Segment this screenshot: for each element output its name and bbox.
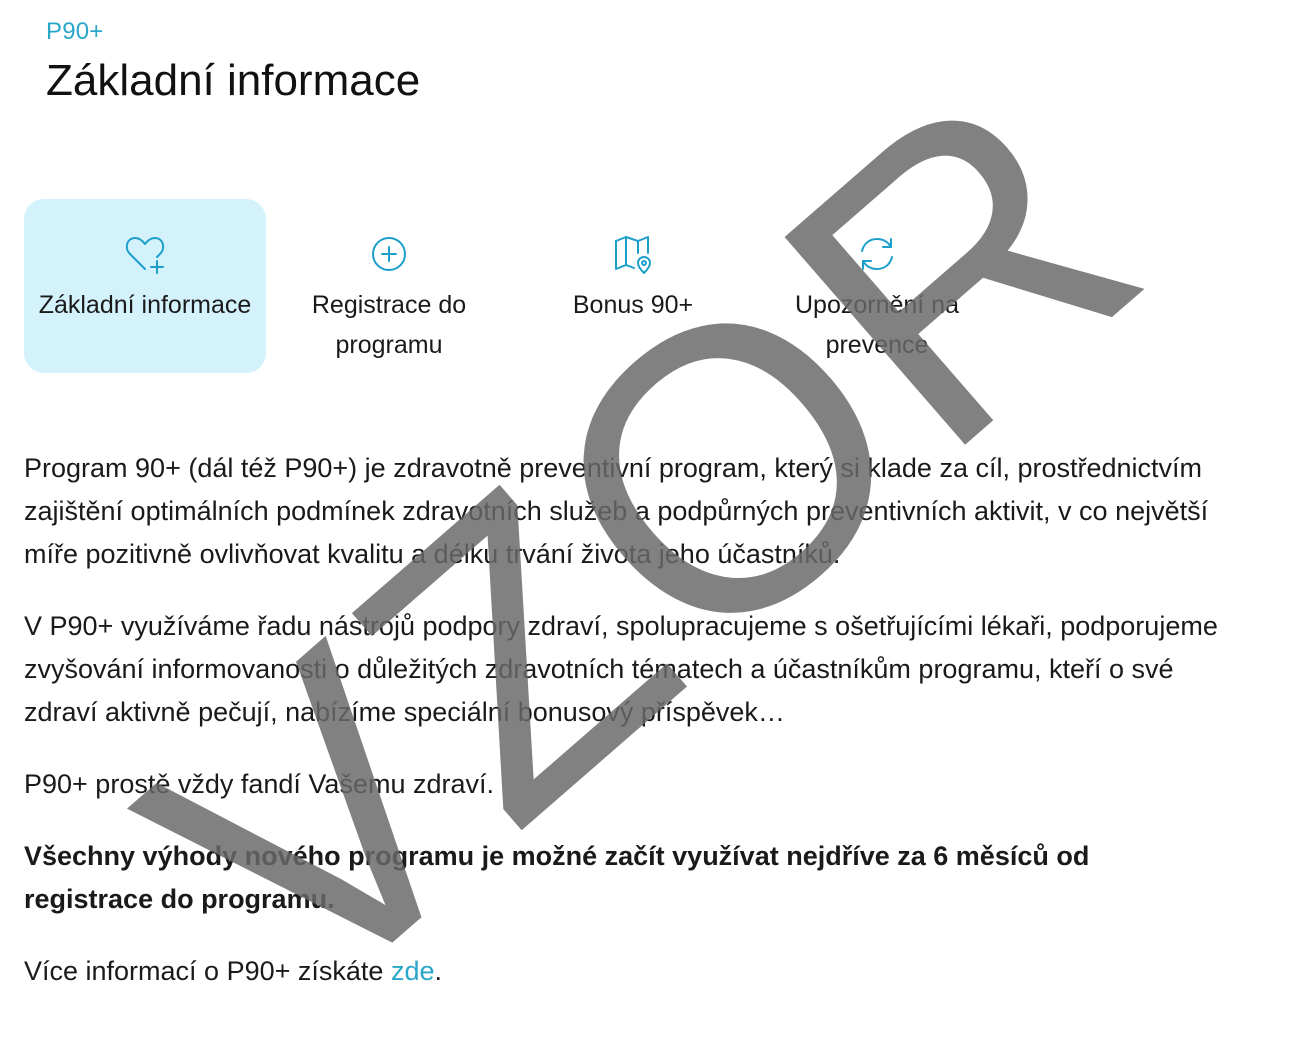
tab-label: Upozornění na prevence bbox=[794, 291, 959, 359]
content: Program 90+ (dál též P90+) je zdravotně … bbox=[24, 447, 1224, 1022]
motto-paragraph: P90+ prostě vždy fandí Vašemu zdraví. bbox=[24, 769, 494, 799]
more-info-paragraph: Více informací o P90+ získáte zde. bbox=[24, 950, 1224, 993]
heart-plus-icon bbox=[120, 229, 170, 279]
page-title: Základní informace bbox=[46, 56, 421, 105]
page: P90+ Základní informace Základní informa… bbox=[0, 0, 1300, 1050]
tab-bar: Základní informace Registrace do program… bbox=[24, 199, 1000, 373]
tab-label: Bonus 90+ bbox=[572, 291, 694, 319]
tab-prevention-reminders[interactable]: Upozornění na prevence bbox=[756, 199, 998, 373]
plus-circle-icon bbox=[364, 229, 414, 279]
tab-label: Registrace do programu bbox=[311, 291, 467, 359]
more-info-suffix: . bbox=[434, 956, 442, 986]
tab-basic-info[interactable]: Základní informace bbox=[24, 199, 266, 373]
refresh-icon bbox=[852, 229, 902, 279]
notice-paragraph: Všechny výhody nového programu je možné … bbox=[24, 841, 1090, 914]
tab-registration[interactable]: Registrace do programu bbox=[268, 199, 510, 373]
map-pin-icon bbox=[608, 229, 658, 279]
tools-paragraph: V P90+ využíváme řadu nástrojů podpory z… bbox=[24, 611, 1218, 727]
breadcrumb[interactable]: P90+ bbox=[46, 18, 104, 46]
tab-label: Základní informace bbox=[38, 291, 252, 319]
intro-paragraph: Program 90+ (dál též P90+) je zdravotně … bbox=[24, 453, 1209, 569]
more-info-text: Více informací o P90+ získáte bbox=[24, 956, 391, 986]
more-info-link[interactable]: zde bbox=[391, 956, 435, 986]
tab-bonus[interactable]: Bonus 90+ bbox=[512, 199, 754, 373]
